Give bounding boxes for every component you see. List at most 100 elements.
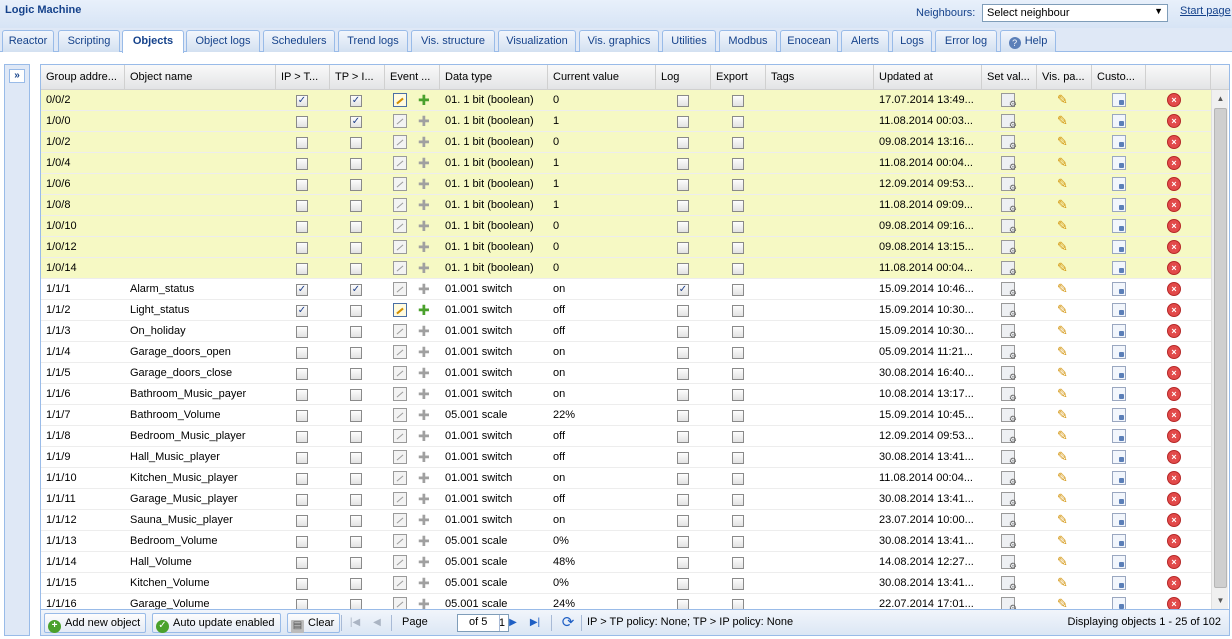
log-checkbox[interactable] <box>677 95 689 107</box>
document-icon[interactable] <box>1112 366 1126 380</box>
tp-ip-checkbox[interactable] <box>350 452 362 464</box>
ip-tp-checkbox[interactable] <box>296 200 308 212</box>
puzzle-icon[interactable]: ✚ <box>418 555 432 569</box>
tab-scripting[interactable]: Scripting <box>58 30 120 52</box>
tab-visualization[interactable]: Visualization <box>498 30 576 52</box>
tab-objects[interactable]: Objects <box>122 30 184 53</box>
tp-ip-checkbox[interactable] <box>350 200 362 212</box>
puzzle-icon[interactable]: ✚ <box>418 513 432 527</box>
puzzle-icon[interactable]: ✚ <box>418 135 432 149</box>
pencil-icon[interactable]: ✎ <box>1057 492 1071 506</box>
chart-icon[interactable] <box>393 555 407 569</box>
tab-vis-graphics[interactable]: Vis. graphics <box>579 30 659 52</box>
table-row[interactable]: 1/1/1 Alarm_status ✓ ✓ ✚ 01.001 switch on ✓ 15.0… <box>41 279 1211 300</box>
settings-icon[interactable] <box>1001 114 1017 131</box>
settings-icon[interactable] <box>1001 324 1017 341</box>
log-checkbox[interactable] <box>677 179 689 191</box>
document-icon[interactable] <box>1112 450 1126 464</box>
puzzle-icon[interactable]: ✚ <box>418 429 432 443</box>
clear-button[interactable]: ▤ Clear <box>287 613 341 633</box>
puzzle-icon[interactable]: ✚ <box>418 240 432 254</box>
table-row[interactable]: 1/1/14 Hall_Volume ✚ 05.001 scale 48% 14.08.2… <box>41 552 1211 573</box>
delete-icon[interactable]: × <box>1167 240 1181 254</box>
export-checkbox[interactable] <box>732 116 744 128</box>
log-checkbox[interactable] <box>677 473 689 485</box>
log-checkbox[interactable] <box>677 410 689 422</box>
settings-icon[interactable] <box>1001 93 1017 110</box>
export-checkbox[interactable] <box>732 452 744 464</box>
ip-tp-checkbox[interactable] <box>296 578 308 590</box>
ip-tp-checkbox[interactable] <box>296 431 308 443</box>
table-row[interactable]: 1/0/4 ✚ 01. 1 bit (boolean) 1 11.08.2014 00:… <box>41 153 1211 174</box>
chart-icon[interactable] <box>393 240 407 254</box>
log-checkbox[interactable] <box>677 599 689 609</box>
table-row[interactable]: 1/0/10 ✚ 01. 1 bit (boolean) 0 09.08.2014 09… <box>41 216 1211 237</box>
tp-ip-checkbox[interactable]: ✓ <box>350 95 362 107</box>
delete-icon[interactable]: × <box>1167 408 1181 422</box>
export-checkbox[interactable] <box>732 536 744 548</box>
vertical-scrollbar[interactable]: ▲ ▼ <box>1211 90 1228 609</box>
tp-ip-checkbox[interactable] <box>350 494 362 506</box>
chart-icon[interactable] <box>393 114 407 128</box>
chart-icon[interactable] <box>393 156 407 170</box>
puzzle-icon[interactable]: ✚ <box>418 450 432 464</box>
chart-icon[interactable] <box>393 408 407 422</box>
document-icon[interactable] <box>1112 303 1126 317</box>
tab-enocean[interactable]: Enocean <box>780 30 838 52</box>
chart-icon[interactable] <box>393 135 407 149</box>
chart-icon[interactable] <box>393 513 407 527</box>
document-icon[interactable] <box>1112 576 1126 590</box>
log-checkbox[interactable]: ✓ <box>677 284 689 296</box>
export-checkbox[interactable] <box>732 95 744 107</box>
chart-icon[interactable] <box>393 324 407 338</box>
document-icon[interactable] <box>1112 93 1126 107</box>
puzzle-icon[interactable]: ✚ <box>418 114 432 128</box>
col-set-value[interactable]: Set val... <box>982 65 1037 90</box>
puzzle-icon[interactable]: ✚ <box>418 408 432 422</box>
tp-ip-checkbox[interactable] <box>350 536 362 548</box>
delete-icon[interactable]: × <box>1167 597 1181 609</box>
ip-tp-checkbox[interactable]: ✓ <box>296 284 308 296</box>
neighbour-select[interactable]: Select neighbour ▼ <box>982 4 1168 22</box>
tp-ip-checkbox[interactable] <box>350 158 362 170</box>
add-object-button[interactable]: + Add new object <box>44 613 147 633</box>
delete-icon[interactable]: × <box>1167 198 1181 212</box>
chart-icon[interactable] <box>393 450 407 464</box>
ip-tp-checkbox[interactable] <box>296 389 308 401</box>
settings-icon[interactable] <box>1001 513 1017 530</box>
tab-trend-logs[interactable]: Trend logs <box>338 30 408 52</box>
col-tp-ip[interactable]: TP > I... <box>330 65 385 90</box>
tp-ip-checkbox[interactable] <box>350 389 362 401</box>
table-row[interactable]: 1/1/15 Kitchen_Volume ✚ 05.001 scale 0% 30.08… <box>41 573 1211 594</box>
pencil-icon[interactable]: ✎ <box>1057 156 1071 170</box>
settings-icon[interactable] <box>1001 156 1017 173</box>
puzzle-icon[interactable]: ✚ <box>418 345 432 359</box>
log-checkbox[interactable] <box>677 200 689 212</box>
ip-tp-checkbox[interactable] <box>296 410 308 422</box>
ip-tp-checkbox[interactable] <box>296 452 308 464</box>
prev-page-icon[interactable]: ◀ <box>369 615 385 631</box>
tp-ip-checkbox[interactable] <box>350 347 362 359</box>
col-ip-tp[interactable]: IP > T... <box>276 65 330 90</box>
start-page-link[interactable]: Start page <box>1180 5 1231 17</box>
table-row[interactable]: 1/1/6 Bathroom_Music_payer ✚ 01.001 switch o… <box>41 384 1211 405</box>
pencil-icon[interactable]: ✎ <box>1057 366 1071 380</box>
log-checkbox[interactable] <box>677 494 689 506</box>
chart-icon[interactable] <box>393 471 407 485</box>
table-row[interactable]: 1/0/8 ✚ 01. 1 bit (boolean) 1 11.08.2014 09:… <box>41 195 1211 216</box>
ip-tp-checkbox[interactable] <box>296 347 308 359</box>
tab-vis-structure[interactable]: Vis. structure <box>411 30 495 52</box>
delete-icon[interactable]: × <box>1167 135 1181 149</box>
document-icon[interactable] <box>1112 177 1126 191</box>
delete-icon[interactable]: × <box>1167 450 1181 464</box>
chart-icon[interactable] <box>393 261 407 275</box>
table-row[interactable]: 1/1/4 Garage_doors_open ✚ 01.001 switch on 05… <box>41 342 1211 363</box>
delete-icon[interactable]: × <box>1167 513 1181 527</box>
pencil-icon[interactable]: ✎ <box>1057 513 1071 527</box>
export-checkbox[interactable] <box>732 431 744 443</box>
document-icon[interactable] <box>1112 429 1126 443</box>
chart-icon[interactable] <box>393 282 407 296</box>
settings-icon[interactable] <box>1001 240 1017 257</box>
document-icon[interactable] <box>1112 534 1126 548</box>
table-row[interactable]: 1/1/5 Garage_doors_close ✚ 01.001 switch on 3… <box>41 363 1211 384</box>
